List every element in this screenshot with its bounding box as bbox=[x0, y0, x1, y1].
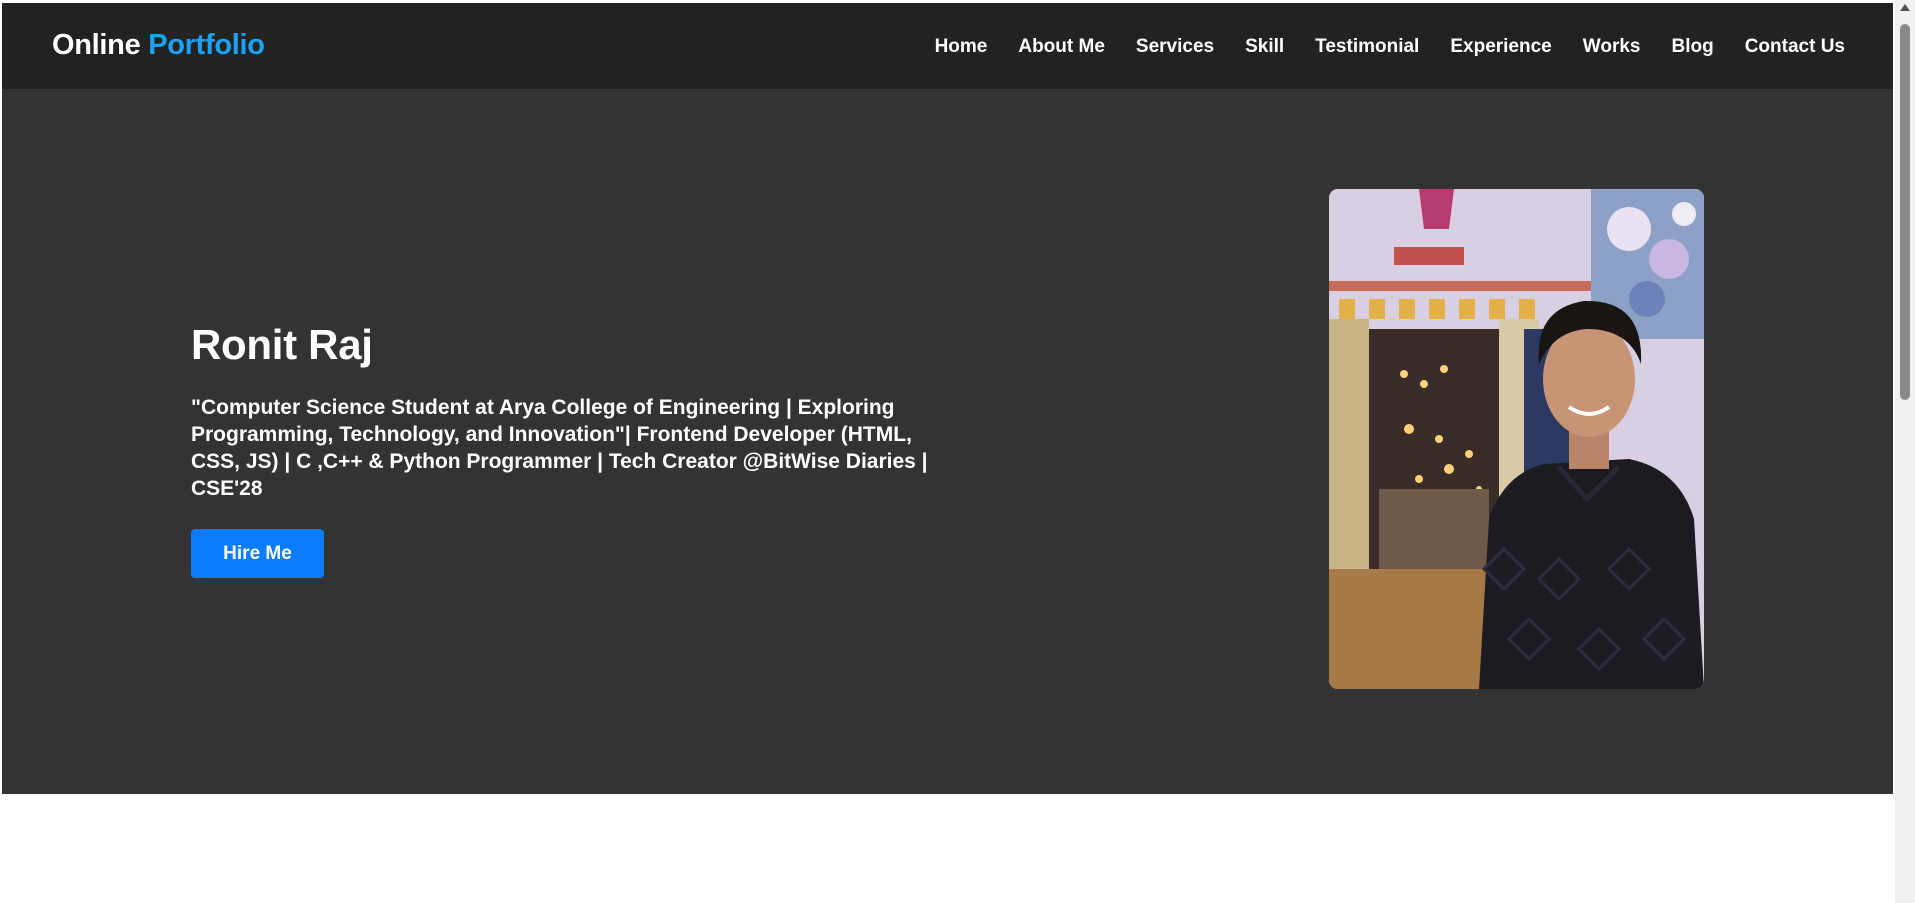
nav-home[interactable]: Home bbox=[935, 36, 988, 58]
logo-primary-text: Online bbox=[52, 29, 141, 61]
nav-contact-us[interactable]: Contact Us bbox=[1745, 36, 1845, 58]
hire-me-button[interactable]: Hire Me bbox=[191, 529, 324, 578]
site-header: Online Portfolio Home About Me Services … bbox=[2, 3, 1893, 89]
nav-blog[interactable]: Blog bbox=[1671, 36, 1713, 58]
scroll-thumb[interactable] bbox=[1900, 24, 1910, 400]
nav-services[interactable]: Services bbox=[1136, 36, 1214, 58]
hero-section: Ronit Raj "Computer Science Student at A… bbox=[2, 89, 1893, 794]
nav-experience[interactable]: Experience bbox=[1450, 36, 1551, 58]
vertical-scrollbar[interactable] bbox=[1895, 0, 1915, 903]
nav-testimonial[interactable]: Testimonial bbox=[1315, 36, 1419, 58]
hero-tagline: "Computer Science Student at Arya Colleg… bbox=[191, 396, 928, 500]
main-nav: Home About Me Services Skill Testimonial… bbox=[935, 36, 1845, 58]
nav-skill[interactable]: Skill bbox=[1245, 36, 1284, 58]
page: Online Portfolio Home About Me Services … bbox=[2, 3, 1893, 903]
profile-photo bbox=[1329, 189, 1704, 689]
site-logo[interactable]: Online Portfolio bbox=[52, 29, 265, 62]
nav-about-me[interactable]: About Me bbox=[1018, 36, 1105, 58]
nav-works[interactable]: Works bbox=[1583, 36, 1641, 58]
scroll-up-arrow-icon[interactable] bbox=[1900, 4, 1910, 11]
hero-name: Ronit Raj bbox=[191, 321, 373, 368]
logo-accent-text: Portfolio bbox=[148, 29, 265, 61]
